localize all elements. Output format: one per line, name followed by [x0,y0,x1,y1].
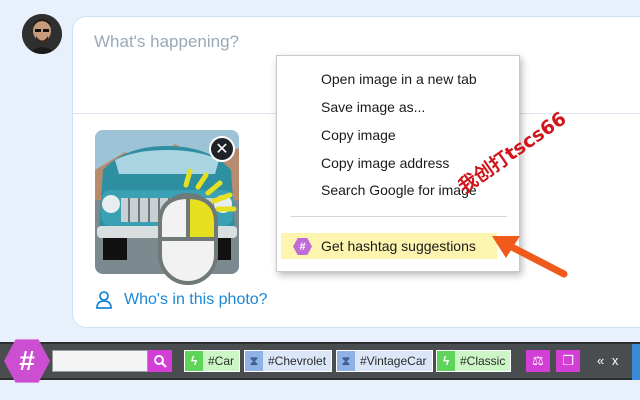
compose-input[interactable]: What's happening? [94,32,239,52]
person-icon [96,291,112,309]
scale-icon: ⚖ [532,353,544,368]
menu-item-copy-image-address[interactable]: Copy image address [321,155,449,171]
hashtag-chip-label: #Chevrolet [263,351,332,371]
hashtag-search-button[interactable] [148,350,172,372]
lightning-icon: ϟ [437,351,455,371]
tag-people-label: Who's in this photo? [124,291,268,308]
user-avatar[interactable] [22,14,62,54]
tag-people-link[interactable]: Who's in this photo? [96,291,268,309]
pointer-arrow [492,236,568,278]
lightning-icon: ϟ [185,351,203,371]
mouse-right-click-illustration [158,168,237,285]
menu-item-hashtag-label: Get hashtag suggestions [321,238,476,254]
close-icon: ✕ [215,141,229,158]
toolbar-controls: « x [597,353,620,368]
hashtag-chip[interactable]: ϟ #Car [184,350,241,372]
menu-separator [291,216,507,217]
hourglass-icon: ⧗ [337,351,355,371]
copy-hashtags-button[interactable]: ❐ [556,350,580,372]
remove-image-button[interactable]: ✕ [209,136,235,162]
menu-item-search-google[interactable]: Search Google for image [321,182,511,198]
page-edge-button[interactable] [632,344,640,380]
menu-item-get-hashtag-suggestions[interactable]: # Get hashtag suggestions [281,233,497,259]
copy-icon: ❐ [562,353,574,368]
compare-button[interactable]: ⚖ [526,350,550,372]
menu-item-open-image-new-tab[interactable]: Open image in a new tab [321,71,477,87]
context-menu: Open image in a new tab Save image as...… [276,55,520,272]
hashtag-chip-label: #VintageCar [355,351,432,371]
hashtag-chip-label: #Classic [455,351,511,371]
menu-item-save-image-as[interactable]: Save image as... [321,99,425,115]
menu-item-copy-image[interactable]: Copy image [321,127,396,143]
close-toolbar-button[interactable]: x [612,353,621,368]
hashtag-chip[interactable]: ⧗ #VintageCar [336,350,433,372]
search-icon [154,355,167,368]
hourglass-icon: ⧗ [245,351,263,371]
collapse-toolbar-button[interactable]: « [597,353,606,368]
hashtag-icon: # [293,237,312,256]
hashtag-chip[interactable]: ⧗ #Chevrolet [244,350,333,372]
hashtag-search-input[interactable] [52,350,148,372]
hashtag-chip-label: #Car [203,351,240,371]
hashtag-chip[interactable]: ϟ #Classic [436,350,512,372]
